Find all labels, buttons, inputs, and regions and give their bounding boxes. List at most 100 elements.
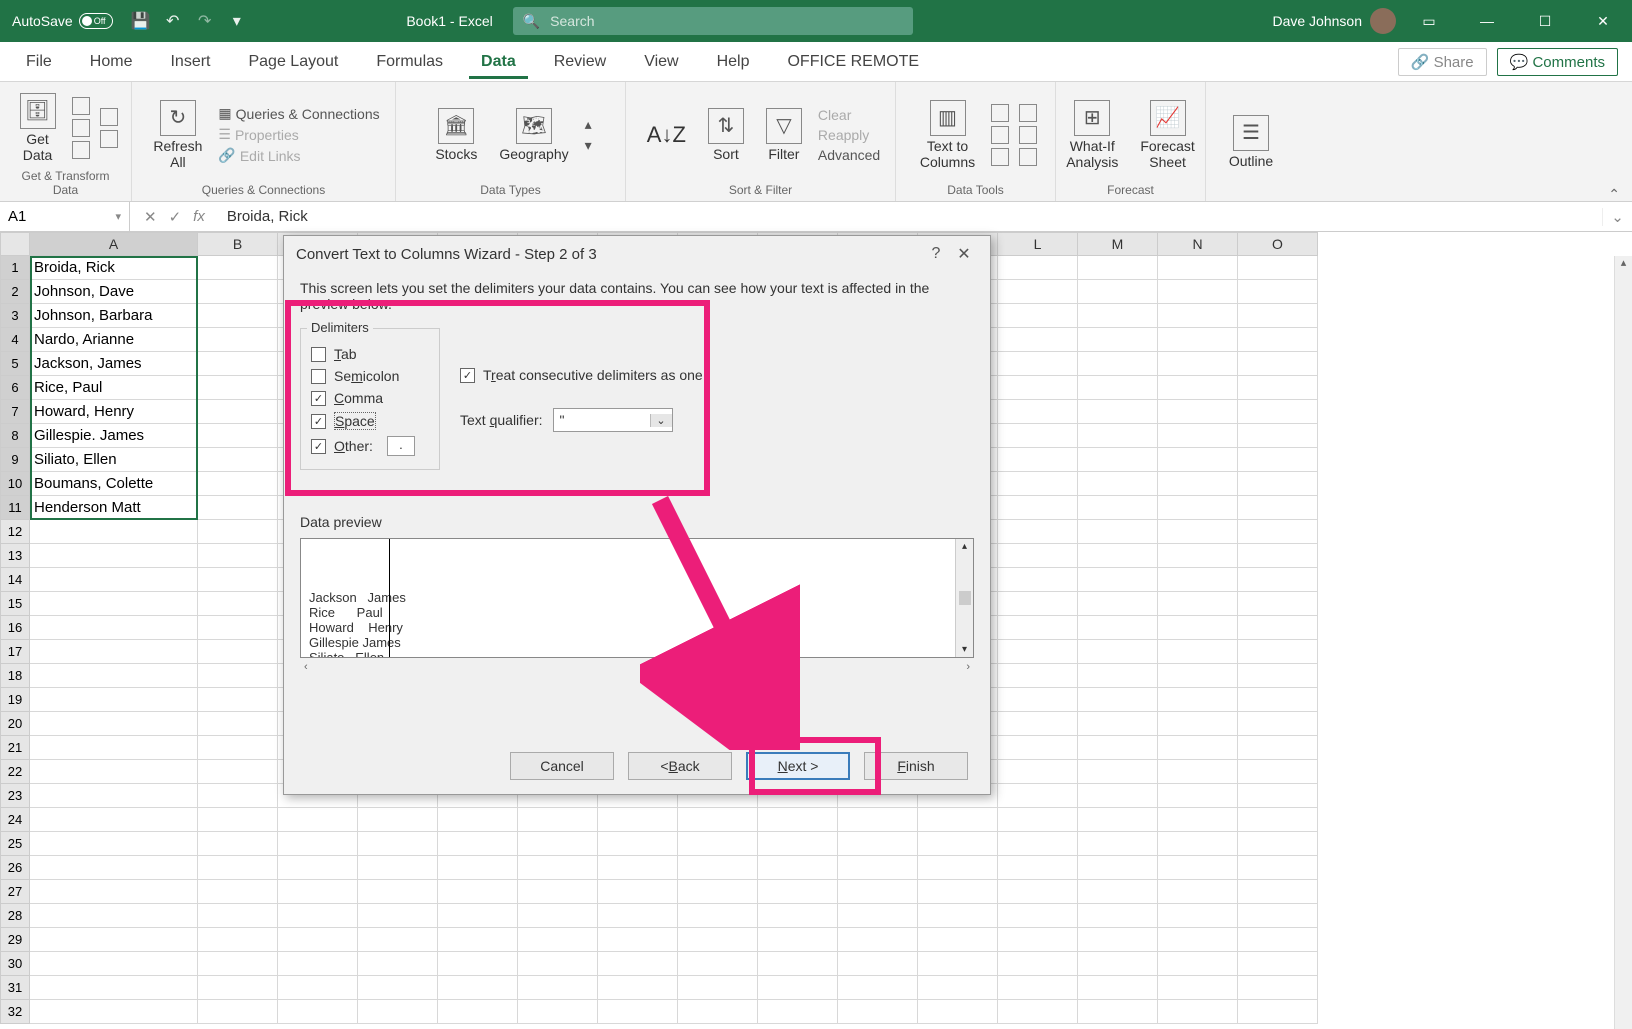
cell[interactable] xyxy=(1158,1000,1238,1024)
cell[interactable] xyxy=(1078,616,1158,640)
stocks-button[interactable]: 🏛Stocks xyxy=(429,104,483,166)
cell[interactable] xyxy=(1238,400,1318,424)
cell[interactable] xyxy=(1238,496,1318,520)
tab-formulas[interactable]: Formulas xyxy=(364,45,455,79)
cell[interactable] xyxy=(198,760,278,784)
row-header[interactable]: 8 xyxy=(0,424,30,448)
preview-scroll-v[interactable]: ▴▾ xyxy=(955,539,973,657)
cell[interactable] xyxy=(198,688,278,712)
cell[interactable] xyxy=(918,904,998,928)
cell[interactable] xyxy=(198,640,278,664)
relationships-icon[interactable] xyxy=(1019,126,1037,144)
cell[interactable] xyxy=(1238,1000,1318,1024)
cell[interactable] xyxy=(678,952,758,976)
cell[interactable] xyxy=(1158,712,1238,736)
cell[interactable] xyxy=(198,664,278,688)
cell[interactable] xyxy=(198,304,278,328)
row-header[interactable]: 28 xyxy=(0,904,30,928)
get-data-button[interactable]: 🗄Get Data xyxy=(14,89,62,167)
cell[interactable] xyxy=(918,856,998,880)
row-header[interactable]: 16 xyxy=(0,616,30,640)
delimiter-comma-checkbox[interactable]: ✓Comma xyxy=(311,387,429,409)
cell[interactable]: Broida, Rick xyxy=(30,256,198,280)
name-box[interactable]: A1▾ xyxy=(0,202,130,231)
maximize-icon[interactable]: ☐ xyxy=(1520,0,1570,42)
tab-view[interactable]: View xyxy=(632,45,690,79)
row-header[interactable]: 29 xyxy=(0,928,30,952)
queries-connections-button[interactable]: ▦ Queries & Connections xyxy=(218,105,379,122)
flash-fill-icon[interactable] xyxy=(991,104,1009,122)
cell[interactable] xyxy=(1078,328,1158,352)
cell[interactable] xyxy=(518,880,598,904)
from-text-icon[interactable] xyxy=(72,97,90,115)
cell[interactable] xyxy=(998,304,1078,328)
cell[interactable] xyxy=(30,664,198,688)
cell[interactable] xyxy=(278,880,358,904)
cell[interactable] xyxy=(30,568,198,592)
cell[interactable] xyxy=(1238,808,1318,832)
cell[interactable] xyxy=(1078,592,1158,616)
geography-button[interactable]: 🗺Geography xyxy=(493,104,574,166)
cell[interactable] xyxy=(1238,544,1318,568)
cell[interactable] xyxy=(598,880,678,904)
cell[interactable] xyxy=(1078,784,1158,808)
row-header[interactable]: 5 xyxy=(0,352,30,376)
cell[interactable] xyxy=(30,760,198,784)
cell[interactable] xyxy=(998,712,1078,736)
comments-button[interactable]: 💬 Comments xyxy=(1497,48,1618,76)
cell[interactable] xyxy=(1158,472,1238,496)
cell[interactable] xyxy=(278,856,358,880)
cell[interactable] xyxy=(198,832,278,856)
cell[interactable] xyxy=(598,904,678,928)
cell[interactable] xyxy=(758,832,838,856)
cell[interactable] xyxy=(1238,256,1318,280)
help-icon[interactable]: ? xyxy=(922,245,950,263)
cell[interactable] xyxy=(1078,952,1158,976)
row-header[interactable]: 14 xyxy=(0,568,30,592)
cell[interactable] xyxy=(1238,640,1318,664)
cell[interactable] xyxy=(358,808,438,832)
cell[interactable] xyxy=(678,904,758,928)
cell[interactable] xyxy=(1238,928,1318,952)
cell[interactable] xyxy=(998,376,1078,400)
cell[interactable] xyxy=(598,928,678,952)
cell[interactable] xyxy=(838,976,918,1000)
cell[interactable] xyxy=(1158,352,1238,376)
cell[interactable] xyxy=(1238,784,1318,808)
cell[interactable] xyxy=(198,616,278,640)
cell[interactable] xyxy=(1078,400,1158,424)
cell[interactable] xyxy=(518,928,598,952)
cell[interactable] xyxy=(1238,688,1318,712)
cell[interactable] xyxy=(758,976,838,1000)
row-header[interactable]: 2 xyxy=(0,280,30,304)
cell[interactable] xyxy=(998,808,1078,832)
cell[interactable] xyxy=(1238,616,1318,640)
row-header[interactable]: 3 xyxy=(0,304,30,328)
cell[interactable] xyxy=(998,328,1078,352)
row-header[interactable]: 21 xyxy=(0,736,30,760)
cell[interactable] xyxy=(918,880,998,904)
minimize-icon[interactable]: — xyxy=(1462,0,1512,42)
cell[interactable] xyxy=(198,472,278,496)
row-header[interactable]: 9 xyxy=(0,448,30,472)
cell[interactable] xyxy=(998,904,1078,928)
cell[interactable] xyxy=(998,976,1078,1000)
redo-icon[interactable]: ↷ xyxy=(193,9,217,33)
cell[interactable] xyxy=(918,952,998,976)
cell[interactable] xyxy=(998,616,1078,640)
cell[interactable] xyxy=(278,976,358,1000)
cell[interactable] xyxy=(30,544,198,568)
cell[interactable] xyxy=(598,808,678,832)
cell[interactable] xyxy=(1158,760,1238,784)
preview-scroll-h[interactable]: ‹› xyxy=(300,658,974,676)
cell[interactable] xyxy=(678,856,758,880)
cell[interactable] xyxy=(438,880,518,904)
cell[interactable] xyxy=(998,592,1078,616)
cell[interactable] xyxy=(1158,424,1238,448)
cell[interactable] xyxy=(198,736,278,760)
cell[interactable] xyxy=(358,1000,438,1024)
cell[interactable] xyxy=(838,880,918,904)
chevron-down-icon[interactable]: ▾ xyxy=(115,210,121,223)
cell[interactable] xyxy=(1238,664,1318,688)
cell[interactable] xyxy=(998,664,1078,688)
